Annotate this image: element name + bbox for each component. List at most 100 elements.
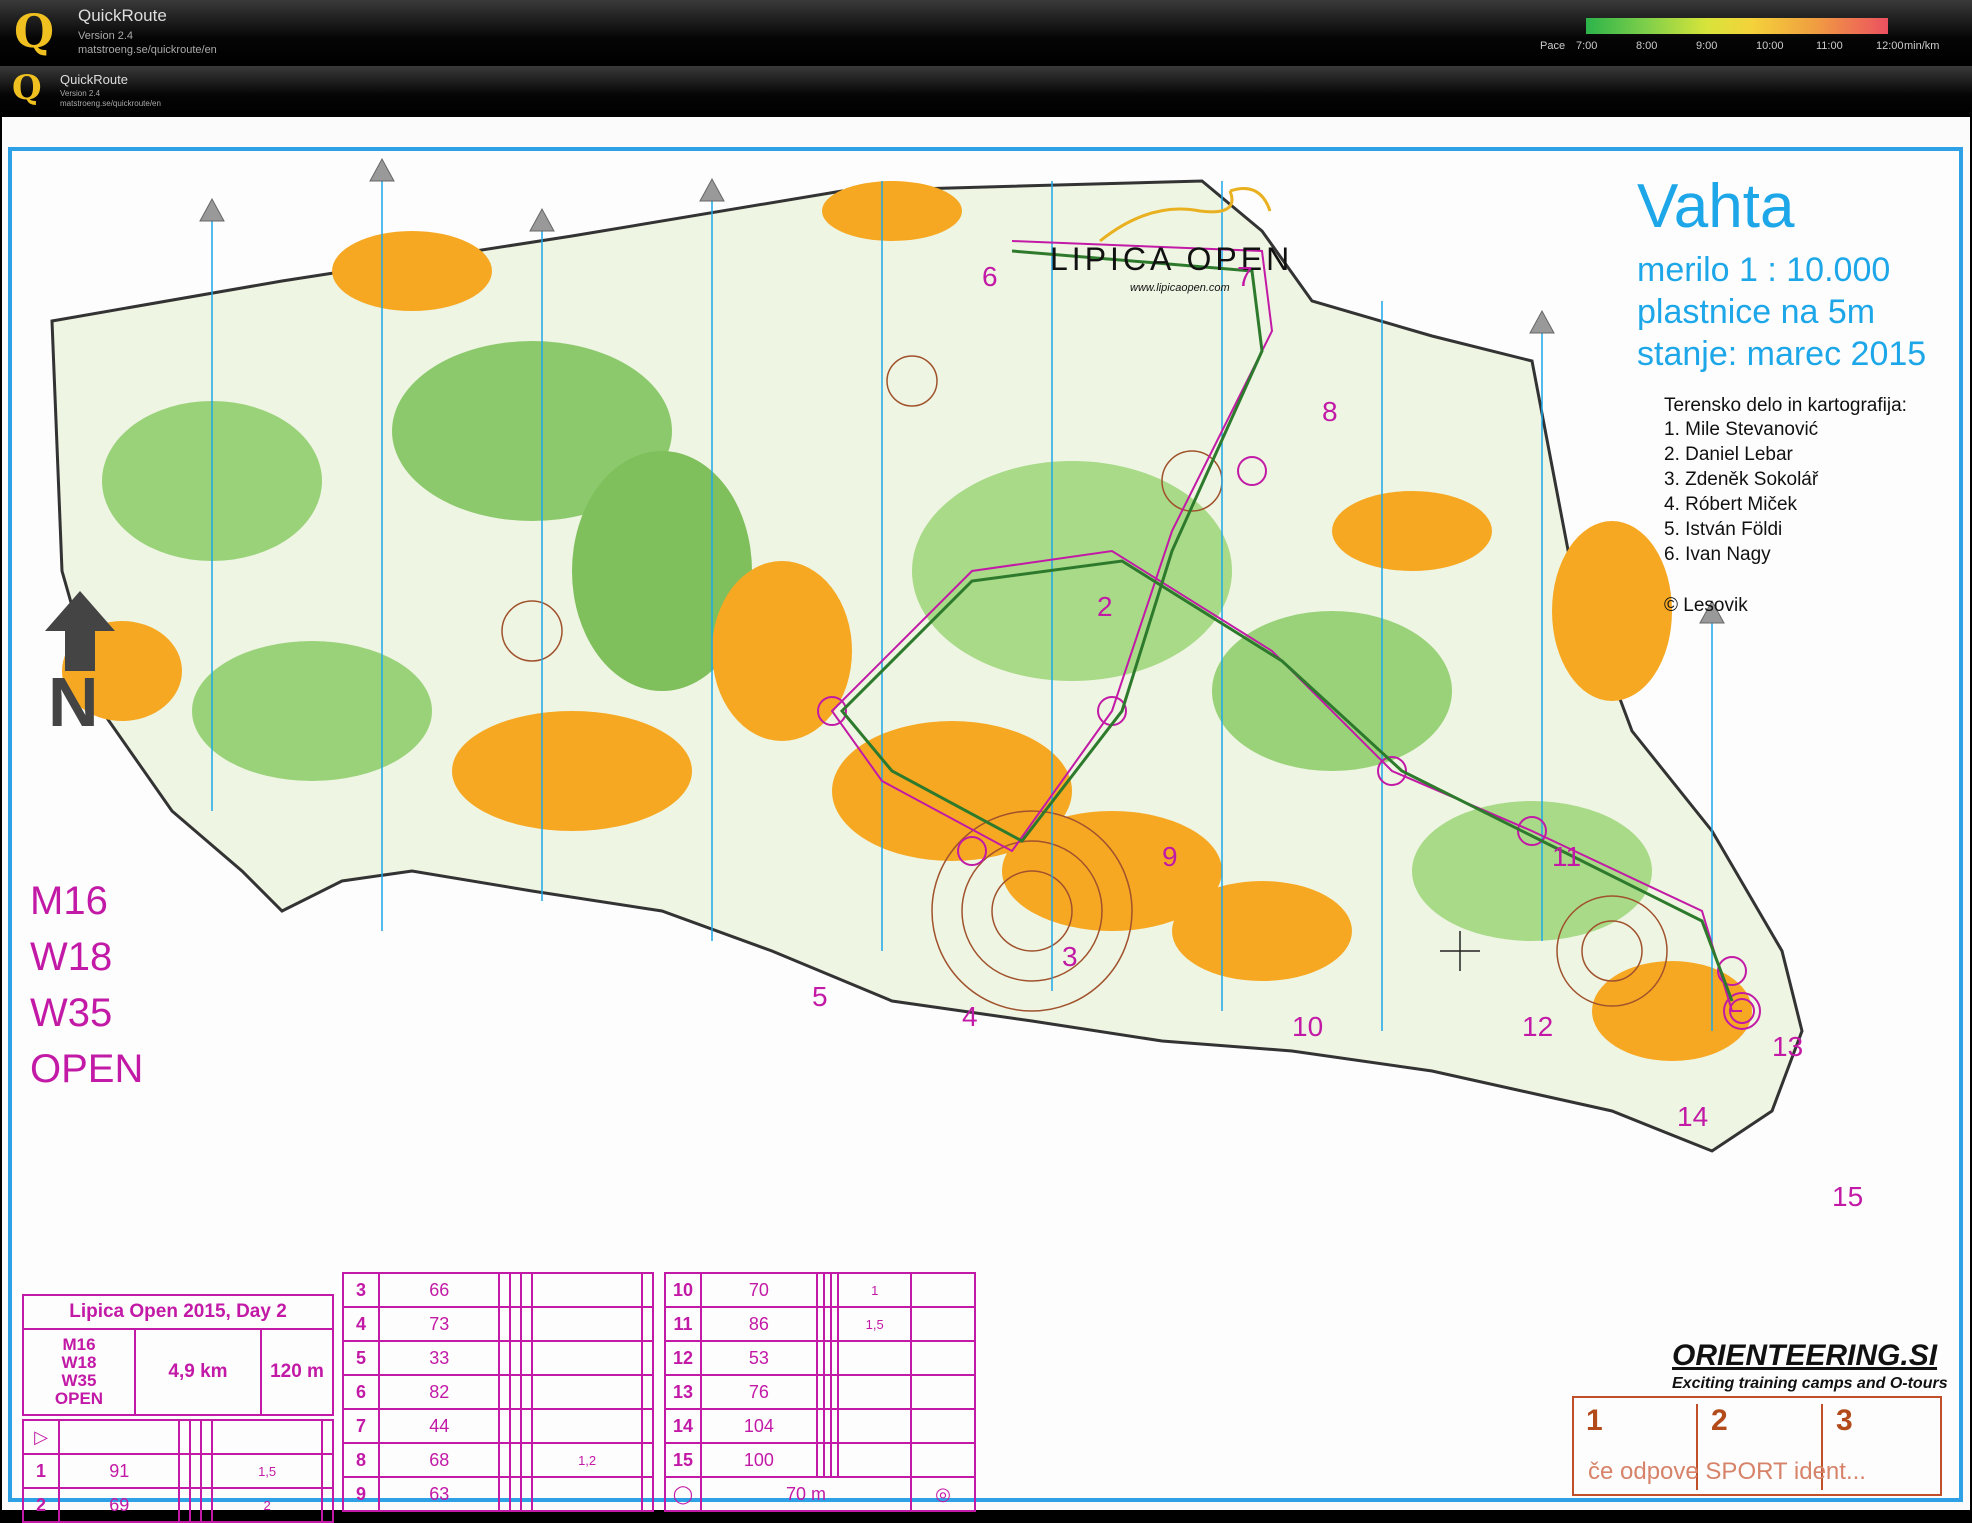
control-number-13: 13 [1772, 1031, 1804, 1062]
control-code: 100 [700, 1442, 818, 1478]
control-symbol [909, 1306, 977, 1342]
start-symbol [189, 1419, 203, 1455]
control-row: 6 82 [342, 1374, 654, 1410]
control-number-4: 4 [962, 1001, 978, 1032]
control-row: 13 76 [664, 1374, 977, 1410]
control-size [531, 1408, 643, 1444]
class-label: M16 [30, 879, 108, 923]
control-symbol [641, 1442, 654, 1478]
orienteering-map-sheet[interactable]: N M16 W18 W35 OPEN LIPICA OPEN www.lipicaop… [2, 117, 1970, 1523]
control-symbol [641, 1272, 654, 1308]
course-class: OPEN [54, 1389, 104, 1408]
control-code: 44 [377, 1408, 501, 1444]
control-code: 73 [377, 1306, 501, 1342]
control-symbol [498, 1476, 512, 1512]
credit-entry: 2. Daniel Lebar [1664, 444, 1793, 465]
control-size: 1,2 [531, 1442, 643, 1478]
control-number: 14 [664, 1408, 702, 1444]
control-number: 10 [664, 1272, 702, 1308]
control-symbol [520, 1476, 534, 1512]
control-symbol [909, 1442, 977, 1478]
control-symbol [815, 1306, 826, 1342]
control-size: 1,5 [211, 1453, 323, 1489]
sponsor-tagline: Exciting training camps and O-tours [1672, 1375, 1948, 1392]
control-size [837, 1374, 912, 1410]
control-symbol [641, 1340, 654, 1376]
pace-unit: min/km [1904, 40, 1940, 52]
control-symbol [815, 1272, 826, 1308]
control-rows-3-9: 3 66 4 73 5 33 6 82 7 44 8 68 1,2 9 63 [342, 1272, 654, 1512]
control-code: 76 [700, 1374, 818, 1410]
control-size [531, 1340, 643, 1376]
start-symbol [57, 1419, 181, 1455]
control-symbol [178, 1487, 192, 1523]
course-classes: M16 W18 W35 OPEN [22, 1328, 136, 1416]
control-symbol [909, 1374, 977, 1410]
control-number-6: 6 [982, 261, 998, 292]
control-symbol [822, 1374, 833, 1410]
control-row: 9 63 [342, 1476, 654, 1512]
control-symbol [200, 1487, 214, 1523]
control-row: 8 68 1,2 [342, 1442, 654, 1478]
control-symbol [909, 1340, 977, 1376]
control-symbol [189, 1453, 203, 1489]
map-scale: merilo 1 : 10.000 [1637, 251, 1891, 289]
app-url-small: matstroeng.se/quickroute/en [60, 99, 161, 108]
start-row: ▷ [22, 1419, 334, 1455]
control-symbol [830, 1306, 840, 1342]
credit-entry: 1. Mile Stevanović [1664, 419, 1819, 440]
control-size [837, 1442, 912, 1478]
control-number-8: 8 [1322, 396, 1338, 427]
start-symbol [211, 1419, 323, 1455]
svg-text:N: N [48, 663, 99, 731]
course-length: 4,9 km [134, 1328, 262, 1416]
control-number-11: 11 [1552, 841, 1582, 872]
finish-start-icon: ◯ [664, 1476, 702, 1512]
control-symbol [509, 1442, 523, 1478]
pace-label: Pace [1540, 40, 1566, 52]
control-symbol [520, 1442, 534, 1478]
control-symbol [520, 1272, 534, 1308]
control-number-7: 7 [1237, 261, 1253, 292]
control-number: 4 [342, 1306, 380, 1342]
pace-gradient [1586, 18, 1888, 34]
course-class: W18 [61, 1353, 97, 1372]
control-row: 11 86 1,5 [664, 1306, 977, 1342]
control-symbol [641, 1374, 654, 1410]
control-number-2: 2 [1097, 591, 1113, 622]
control-symbol [815, 1408, 826, 1444]
event-logo-text: LIPICA OPEN [1050, 241, 1294, 277]
control-row: 4 73 [342, 1306, 654, 1342]
control-symbol [509, 1340, 523, 1376]
control-description-header: Lipica Open 2015, Day 2 M16 W18 W35 OPEN 4,… [22, 1294, 334, 1416]
control-symbol [822, 1442, 833, 1478]
control-code: 86 [700, 1306, 818, 1342]
control-size: 1,5 [837, 1306, 912, 1342]
control-symbol [200, 1453, 214, 1489]
start-symbol [178, 1419, 192, 1455]
copyright: © Lesovik [1664, 595, 1748, 616]
control-code: 33 [377, 1340, 501, 1376]
pace-tick: 10:00 [1756, 40, 1784, 52]
control-symbol [830, 1408, 840, 1444]
north-symbol: N [45, 591, 115, 731]
control-symbol [509, 1306, 523, 1342]
control-number: 8 [342, 1442, 380, 1478]
control-symbol [498, 1272, 512, 1308]
control-number: 13 [664, 1374, 702, 1410]
class-label: W18 [30, 935, 113, 979]
control-code: 91 [57, 1453, 181, 1489]
control-number: 7 [342, 1408, 380, 1444]
control-symbol [822, 1340, 833, 1376]
app-name-small: QuickRoute [60, 72, 128, 87]
control-symbol [509, 1408, 523, 1444]
app-name: QuickRoute [78, 6, 167, 25]
control-start-rows: ▷ 1 91 1,5 2 69 2 [22, 1419, 334, 1523]
control-symbol [509, 1272, 523, 1308]
start-symbol [321, 1419, 334, 1455]
sport-ident-box: 123 če odpove SPORT ident... [1572, 1396, 1942, 1496]
control-number: 15 [664, 1442, 702, 1478]
control-size: 1 [837, 1272, 912, 1308]
control-symbol [822, 1408, 833, 1444]
control-symbol [498, 1374, 512, 1410]
